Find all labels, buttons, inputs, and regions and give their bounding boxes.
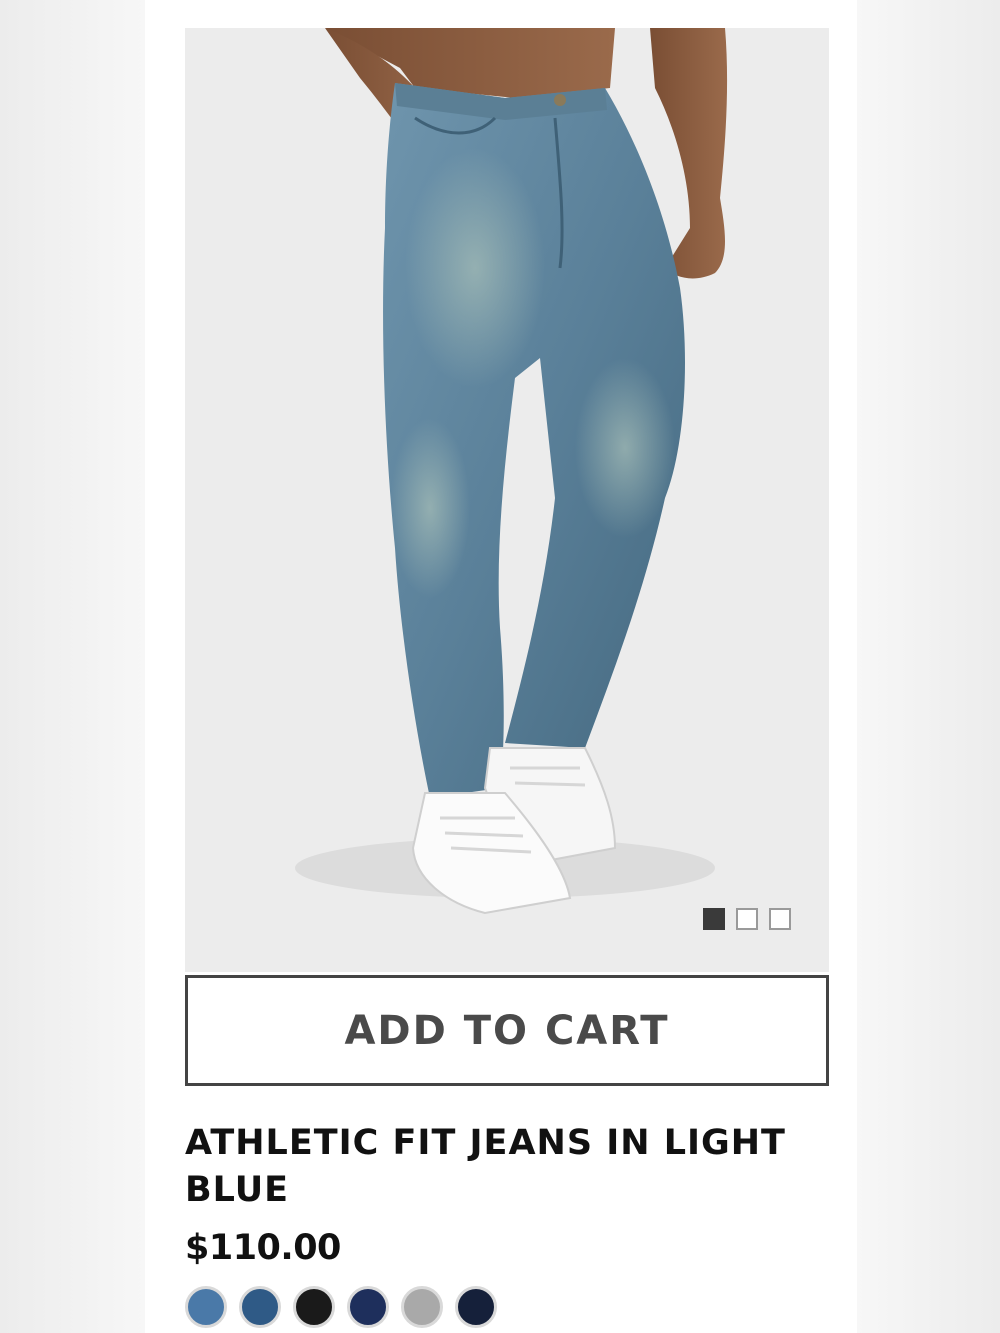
swatch-dark-indigo[interactable]: [347, 1286, 389, 1328]
carousel-indicators: [703, 908, 791, 930]
swatch-mid-blue[interactable]: [239, 1286, 281, 1328]
swatch-black[interactable]: [293, 1286, 335, 1328]
add-to-cart-button[interactable]: ADD TO CART: [185, 975, 829, 1086]
carousel-dot-1[interactable]: [703, 908, 725, 930]
carousel-dot-2[interactable]: [736, 908, 758, 930]
swatch-grey[interactable]: [401, 1286, 443, 1328]
backdrop-right: [857, 0, 1000, 1333]
product-title: ATHLETIC FIT JEANS IN LIGHT BLUE: [185, 1123, 786, 1210]
product-image[interactable]: [185, 28, 829, 972]
backdrop-left: [0, 0, 145, 1333]
swatch-light-blue[interactable]: [185, 1286, 227, 1328]
jeans-photo: [295, 28, 728, 915]
product-card: ADD TO CART ATHLETIC FIT JEANS IN LIGHT …: [145, 0, 857, 1333]
product-price: $110.00: [185, 1228, 341, 1268]
color-swatches: [185, 1286, 497, 1328]
carousel-dot-3[interactable]: [769, 908, 791, 930]
swatch-navy[interactable]: [455, 1286, 497, 1328]
